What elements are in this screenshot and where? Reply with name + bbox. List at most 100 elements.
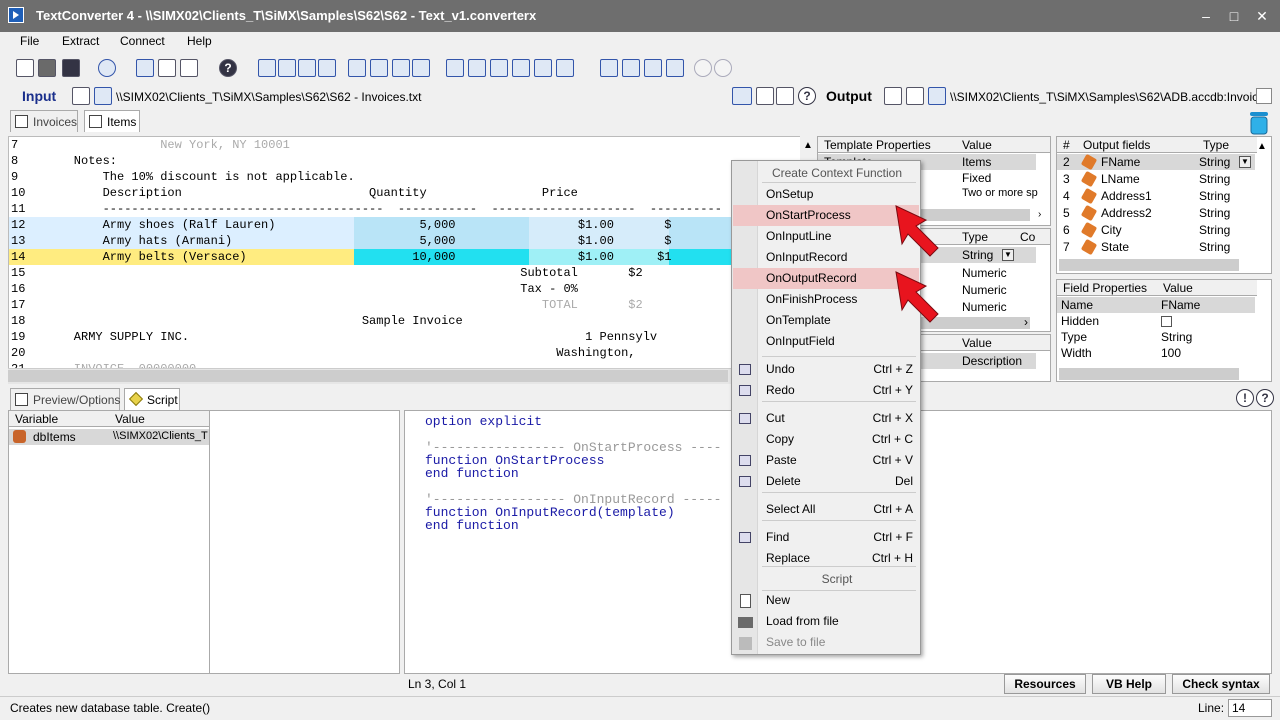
text-hscroll[interactable]: [8, 368, 816, 384]
question-icon[interactable]: ?: [1256, 389, 1274, 407]
info-icon[interactable]: ?: [798, 87, 816, 105]
menu-item-label: Paste: [766, 453, 797, 467]
menu-extract[interactable]: Extract: [62, 34, 99, 48]
trash-icon[interactable]: [1246, 108, 1272, 136]
output-scroll[interactable]: [1256, 88, 1272, 104]
output-field-name[interactable]: Address1: [1101, 189, 1152, 203]
grid6-icon[interactable]: [556, 59, 574, 77]
run-icon[interactable]: [98, 59, 116, 77]
field-props-hscroll[interactable]: [1059, 368, 1239, 380]
open-folder-icon[interactable]: [38, 59, 56, 77]
minimize-button[interactable]: –: [1196, 6, 1216, 26]
output-field-name[interactable]: LName: [1101, 172, 1140, 186]
close-button[interactable]: ✕: [1252, 6, 1272, 26]
col-type: Type: [962, 230, 989, 244]
layout4-icon[interactable]: [318, 59, 336, 77]
line-input[interactable]: 14: [1228, 699, 1272, 717]
line-number: 17: [11, 298, 26, 312]
grid2-icon[interactable]: [468, 59, 486, 77]
check-syntax-button[interactable]: Check syntax: [1172, 674, 1270, 694]
struct4-icon[interactable]: [666, 59, 684, 77]
struct1-icon[interactable]: [600, 59, 618, 77]
chevron-right-icon[interactable]: ›: [1024, 315, 1028, 329]
undo-icon[interactable]: [694, 59, 712, 77]
hidden-checkbox[interactable]: [1161, 316, 1172, 327]
tab-preview-options[interactable]: Preview/Options: [10, 388, 120, 410]
nav-left-icon[interactable]: [392, 59, 410, 77]
scroll-up-icon[interactable]: ▲: [803, 140, 813, 151]
output-field-name[interactable]: State: [1101, 240, 1129, 254]
tab-invoices[interactable]: Invoices: [10, 110, 78, 132]
table-icon[interactable]: [158, 59, 176, 77]
dropdown-icon[interactable]: ▼: [1239, 156, 1251, 168]
grid3-icon[interactable]: [490, 59, 508, 77]
menu-connect[interactable]: Connect: [120, 34, 165, 48]
menu-load-from-file[interactable]: Load from file: [733, 611, 919, 632]
menu-help[interactable]: Help: [187, 34, 212, 48]
layout3-icon[interactable]: [298, 59, 316, 77]
struct2-icon[interactable]: [622, 59, 640, 77]
layout2-icon[interactable]: [278, 59, 296, 77]
scroll-up-icon[interactable]: ▲: [1257, 141, 1267, 152]
map-icon[interactable]: [756, 87, 774, 105]
redo-icon[interactable]: [714, 59, 732, 77]
line-number: 12: [11, 218, 26, 232]
new-file-icon[interactable]: [16, 59, 34, 77]
menu-new[interactable]: New: [733, 590, 919, 611]
menu-redo[interactable]: Redo Ctrl + Y: [733, 380, 919, 401]
nav-right-icon[interactable]: [412, 59, 430, 77]
menu-separator: [762, 492, 916, 493]
menu-undo[interactable]: Undo Ctrl + Z: [733, 359, 919, 380]
menu-shortcut: Ctrl + F: [873, 530, 913, 544]
output-field-type: String: [1199, 206, 1231, 220]
output-settings-icon[interactable]: [906, 87, 924, 105]
layout6-icon[interactable]: [370, 59, 388, 77]
grid4-icon[interactable]: [512, 59, 530, 77]
tab-items[interactable]: Items: [84, 110, 140, 132]
output-field-name[interactable]: Address2: [1101, 206, 1152, 220]
layout1-icon[interactable]: [258, 59, 276, 77]
menu-delete[interactable]: Delete Del: [733, 471, 919, 492]
menu-paste[interactable]: Paste Ctrl + V: [733, 450, 919, 471]
extract-icon[interactable]: [136, 59, 154, 77]
template-type-value: Fixed: [962, 171, 992, 185]
menu-save-to-file[interactable]: Save to file: [733, 632, 919, 653]
grid1-icon[interactable]: [446, 59, 464, 77]
dropdown-icon[interactable]: ▼: [1002, 249, 1014, 261]
output-fields-hscroll[interactable]: [1059, 259, 1239, 271]
grid5-icon[interactable]: [534, 59, 552, 77]
db-icon[interactable]: [180, 59, 198, 77]
tab-script[interactable]: Script: [124, 388, 180, 410]
menu-replace[interactable]: Replace Ctrl + H: [733, 548, 919, 569]
col-output-type: Type: [1203, 138, 1230, 152]
vb-help-button[interactable]: VB Help: [1092, 674, 1166, 694]
menu-copy[interactable]: Copy Ctrl + C: [733, 429, 919, 450]
line-label: Line:: [1198, 701, 1225, 715]
help-icon[interactable]: ?: [219, 59, 237, 77]
output-new-icon[interactable]: [884, 87, 902, 105]
sort-icon[interactable]: [776, 87, 794, 105]
menu-select-all[interactable]: Select All Ctrl + A: [733, 499, 919, 520]
prop-name: Name: [1061, 298, 1094, 312]
output-field-name[interactable]: FName: [1101, 155, 1140, 169]
output-field-num: 2: [1063, 155, 1070, 169]
resources-button[interactable]: Resources: [1004, 674, 1086, 694]
menu-file[interactable]: File: [20, 34, 39, 48]
menu-fn-oninputfield[interactable]: OnInputField: [733, 331, 919, 352]
layout5-icon[interactable]: [348, 59, 366, 77]
hscroll-thumb[interactable]: [8, 370, 728, 382]
link-icon[interactable]: [732, 87, 752, 105]
save-icon[interactable]: [62, 59, 80, 77]
text-preview[interactable]: 7 New York, NY 10001 8 Notes: 9 The 10% di…: [8, 136, 816, 370]
output-field-name[interactable]: City: [1101, 223, 1122, 237]
chevron-right-icon[interactable]: ›: [1038, 209, 1041, 220]
struct3-icon[interactable]: [644, 59, 662, 77]
input-settings-icon[interactable]: [72, 87, 90, 105]
output-table-icon[interactable]: [928, 87, 946, 105]
menu-find[interactable]: Find Ctrl + F: [733, 527, 919, 548]
menu-cut[interactable]: Cut Ctrl + X: [733, 408, 919, 429]
field-properties: Field Properties Value Name FName Hidden…: [1056, 279, 1272, 382]
maximize-button[interactable]: □: [1224, 6, 1244, 26]
alert-icon[interactable]: !: [1236, 389, 1254, 407]
input-file-icon[interactable]: [94, 87, 112, 105]
